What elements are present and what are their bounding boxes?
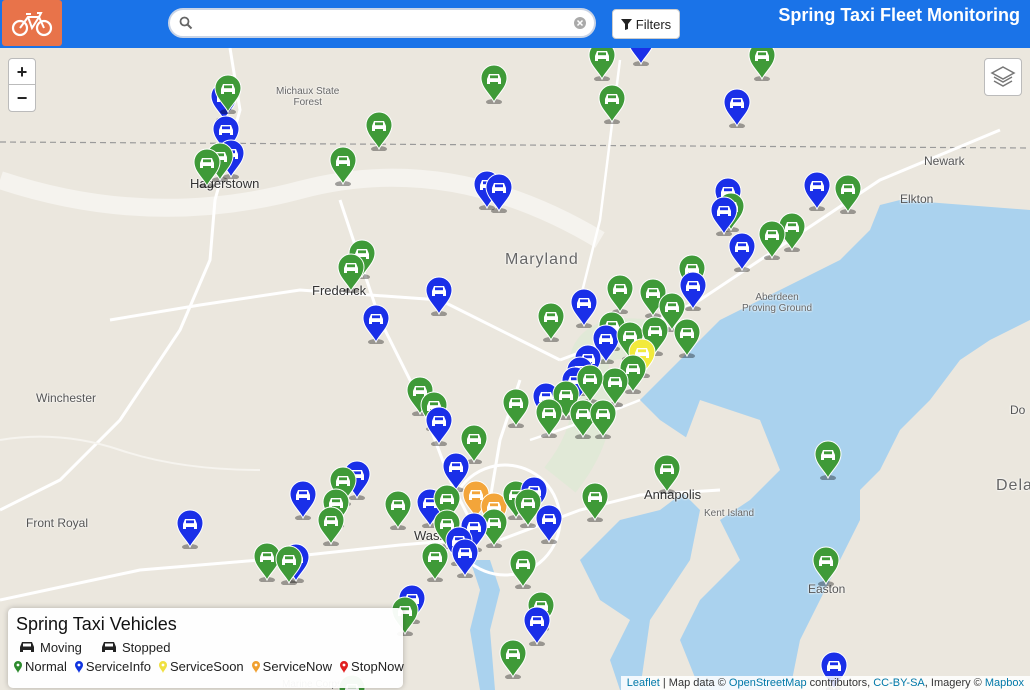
- vehicle-marker-green[interactable]: [580, 480, 610, 522]
- filter-icon: [620, 18, 632, 30]
- vehicle-marker-green[interactable]: [536, 300, 566, 342]
- vehicle-marker-blue[interactable]: [175, 507, 205, 549]
- vehicle-marker-green[interactable]: [383, 488, 413, 530]
- leaflet-link[interactable]: Leaflet: [627, 677, 660, 689]
- car-icon: [102, 642, 116, 652]
- osm-link[interactable]: OpenStreetMap: [729, 677, 807, 689]
- place-label: Elkton: [900, 192, 934, 206]
- vehicle-marker-blue[interactable]: [361, 302, 391, 344]
- map-canvas[interactable]: Michaux State Forest Hagerstown Newark Elkt…: [0, 48, 1030, 690]
- vehicle-marker-green[interactable]: [813, 438, 843, 480]
- legend-status-serviceinfo: ServiceInfo: [74, 659, 151, 674]
- place-label: Aberdeen Proving Ground: [742, 292, 813, 314]
- vehicle-marker-blue[interactable]: [450, 536, 480, 578]
- legend-status-label: ServiceNow: [262, 659, 333, 674]
- place-label: Newark: [924, 154, 965, 168]
- place-label: Kent Island: [704, 508, 755, 519]
- vehicle-marker-green[interactable]: [328, 144, 358, 186]
- place-label: Maryland: [505, 251, 579, 268]
- layers-icon: [990, 66, 1016, 87]
- basemap: [0, 48, 1030, 690]
- legend-title: Spring Taxi Vehicles: [16, 614, 177, 634]
- bicycle-icon[interactable]: [2, 0, 62, 46]
- map-pin-icon: [74, 660, 83, 673]
- mapbox-link[interactable]: Mapbox: [985, 677, 1024, 689]
- place-label: Do: [1010, 403, 1026, 417]
- legend-moving: Moving: [18, 640, 82, 655]
- zoom-out-button[interactable]: −: [8, 84, 36, 112]
- legend-status-servicesoon: ServiceSoon: [158, 659, 244, 674]
- legend-status-label: Normal: [25, 659, 67, 674]
- vehicle-marker-green[interactable]: [336, 251, 366, 293]
- vehicle-marker-green[interactable]: [605, 272, 635, 314]
- car-icon: [20, 642, 34, 652]
- vehicle-marker-blue[interactable]: [288, 478, 318, 520]
- vehicle-marker-green[interactable]: [508, 547, 538, 589]
- vehicle-marker-green[interactable]: [587, 48, 617, 81]
- legend-stopped: Stopped: [100, 640, 170, 655]
- filters-label: Filters: [635, 16, 672, 32]
- legend-status-label: StopNow: [351, 659, 404, 674]
- vehicle-marker-green[interactable]: [420, 540, 450, 582]
- vehicle-marker-green[interactable]: [652, 452, 682, 494]
- legend-status-stopnow: StopNow: [340, 659, 404, 674]
- vehicle-marker-green[interactable]: [811, 544, 841, 586]
- legend-stopped-label: Stopped: [122, 640, 171, 655]
- map-pin-icon: [158, 660, 167, 673]
- vehicle-marker-green[interactable]: [364, 109, 394, 151]
- vehicle-marker-green[interactable]: [274, 543, 304, 585]
- legend-status-servicenow: ServiceNow: [251, 659, 333, 674]
- vehicle-marker-blue[interactable]: [424, 274, 454, 316]
- vehicle-marker-blue[interactable]: [626, 48, 656, 66]
- search-icon: [179, 16, 193, 30]
- legend-moving-label: Moving: [40, 640, 82, 655]
- legend-status-label: ServiceSoon: [169, 659, 244, 674]
- legend-statuses: Normal ServiceInfo ServiceSoon ServiceNow St…: [14, 659, 404, 674]
- license-link[interactable]: CC-BY-SA: [873, 677, 925, 689]
- vehicle-marker-blue[interactable]: [802, 169, 832, 211]
- vehicle-marker-blue[interactable]: [484, 171, 514, 213]
- page-title: Spring Taxi Fleet Monitoring: [778, 5, 1020, 25]
- map-pin-icon: [340, 660, 349, 673]
- vehicle-marker-green[interactable]: [833, 172, 863, 214]
- vehicle-marker-green[interactable]: [534, 396, 564, 438]
- place-label: Front Royal: [26, 516, 89, 530]
- vehicle-marker-green[interactable]: [757, 218, 787, 260]
- vehicle-marker-green[interactable]: [498, 637, 528, 679]
- place-label: Winchester: [36, 391, 97, 405]
- map-attribution: Leaflet | Map data © OpenStreetMap contr…: [620, 676, 1030, 690]
- attribution-text-3: , Imagery ©: [924, 677, 982, 689]
- vehicle-marker-green[interactable]: [213, 72, 243, 114]
- legend: Spring Taxi Vehicles Moving Stopped Norm…: [8, 608, 404, 688]
- layers-button[interactable]: [984, 58, 1022, 96]
- vehicle-marker-green[interactable]: [192, 146, 222, 188]
- search-input[interactable]: [198, 14, 572, 36]
- place-label: Michaux State Forest: [276, 86, 340, 108]
- vehicle-marker-green[interactable]: [597, 82, 627, 124]
- vehicle-marker-green[interactable]: [672, 316, 702, 358]
- legend-status-label: ServiceInfo: [85, 659, 151, 674]
- vehicle-marker-blue[interactable]: [424, 404, 454, 446]
- vehicle-marker-green[interactable]: [501, 386, 531, 428]
- vehicle-marker-green[interactable]: [588, 397, 618, 439]
- clear-icon[interactable]: [574, 17, 586, 29]
- vehicle-marker-green[interactable]: [479, 62, 509, 104]
- map-pin-icon: [14, 660, 22, 673]
- place-label: Dela: [996, 477, 1030, 494]
- vehicle-marker-blue[interactable]: [727, 230, 757, 272]
- vehicle-marker-green[interactable]: [747, 48, 777, 81]
- app-header: Filters Spring Taxi Fleet Monitoring: [0, 0, 1030, 48]
- attribution-text-1: | Map data ©: [662, 677, 726, 689]
- map-pin-icon: [251, 660, 260, 673]
- search-bar[interactable]: [168, 8, 596, 38]
- vehicle-marker-green[interactable]: [316, 504, 346, 546]
- zoom-in-button[interactable]: +: [8, 58, 36, 86]
- filters-button[interactable]: Filters: [612, 9, 680, 39]
- legend-status-normal: Normal: [14, 659, 67, 674]
- vehicle-marker-blue[interactable]: [722, 86, 752, 128]
- vehicle-marker-blue[interactable]: [534, 502, 564, 544]
- attribution-text-2: contributors,: [809, 677, 871, 689]
